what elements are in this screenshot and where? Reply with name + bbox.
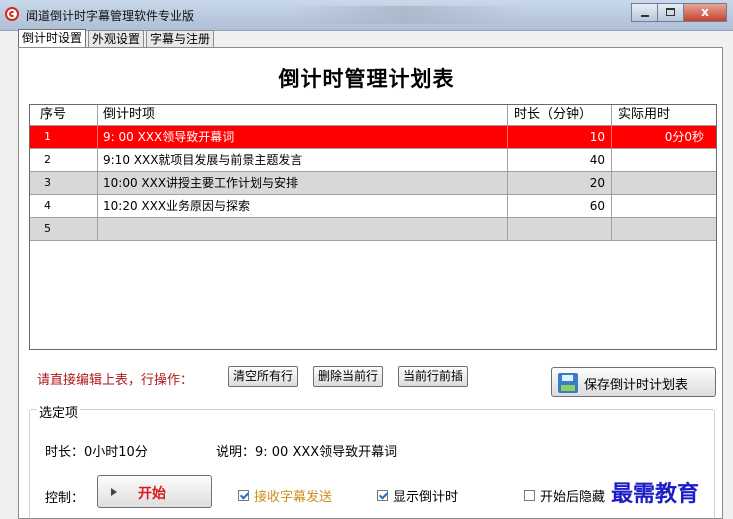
table-header: 序号 倒计时项 时长（分钟） 实际用时 xyxy=(30,105,716,126)
header-item: 倒计时项 xyxy=(98,105,508,125)
tab-appearance-settings[interactable]: 外观设置 xyxy=(88,30,145,47)
row-ops-label: 请直接编辑上表，行操作： xyxy=(37,373,194,388)
cell-no: 5 xyxy=(30,218,98,240)
play-icon xyxy=(111,488,117,496)
table-row[interactable]: 3 10:00 XXX讲授主要工作计划与安排 20 xyxy=(30,172,716,195)
start-label: 开始 xyxy=(138,486,166,502)
table-row[interactable]: 2 9:10 XXX就项目发展与前景主题发言 40 xyxy=(30,149,716,172)
window-controls: x xyxy=(631,3,727,22)
cell-duration[interactable] xyxy=(508,218,612,240)
description-readout: 说明：9: 00 XXX领导致开幕词 xyxy=(216,445,398,460)
app-logo-icon xyxy=(5,7,19,21)
tab-bar: 倒计时设置 外观设置 字幕与注册 xyxy=(18,29,216,48)
window-title-bar: 闻道倒计时字幕管理软件专业版 x xyxy=(0,0,733,31)
cell-actual xyxy=(612,149,716,171)
hide-after-start-checkbox[interactable]: 开始后隐藏 xyxy=(524,486,605,505)
cell-no: 3 xyxy=(30,172,98,194)
table-row[interactable]: 4 10:20 XXX业务原因与探索 60 xyxy=(30,195,716,218)
close-icon: x xyxy=(701,5,709,19)
cell-item[interactable]: 9: 00 XXX领导致开幕词 xyxy=(98,126,508,148)
page-title: 倒计时管理计划表 xyxy=(278,67,455,91)
save-plan-button[interactable]: 保存倒计时计划表 xyxy=(551,367,716,397)
cell-actual xyxy=(612,172,716,194)
cell-item[interactable]: 9:10 XXX就项目发展与前景主题发言 xyxy=(98,149,508,171)
start-button[interactable]: 开始 xyxy=(97,475,212,508)
cell-duration[interactable]: 60 xyxy=(508,195,612,217)
cell-item[interactable] xyxy=(98,218,508,240)
watermark: 最需教育 xyxy=(611,481,700,507)
minimize-button[interactable] xyxy=(631,3,658,22)
tab-countdown-settings[interactable]: 倒计时设置 xyxy=(18,29,87,48)
cell-duration[interactable]: 10 xyxy=(508,126,612,148)
blurred-background-window xyxy=(290,6,520,24)
minimize-icon xyxy=(641,15,649,17)
header-actual: 实际用时 xyxy=(618,107,671,122)
show-countdown-label: 显示倒计时 xyxy=(393,490,459,505)
header-duration: 时长（分钟） xyxy=(508,105,612,125)
cell-no: 2 xyxy=(30,149,98,171)
cell-item[interactable]: 10:00 XXX讲授主要工作计划与安排 xyxy=(98,172,508,194)
maximize-button[interactable] xyxy=(657,3,684,22)
receive-subtitle-label: 接收字幕发送 xyxy=(254,490,333,505)
control-label: 控制： xyxy=(45,491,85,506)
table-row[interactable]: 1 9: 00 XXX领导致开幕词 10 0分0秒 xyxy=(30,126,716,149)
checkbox-checked-icon xyxy=(238,490,249,501)
cell-actual xyxy=(612,218,716,240)
cell-duration[interactable]: 40 xyxy=(508,149,612,171)
save-plan-label: 保存倒计时计划表 xyxy=(584,378,689,393)
group-title: 选定项 xyxy=(37,402,81,421)
insert-row-before-button[interactable]: 当前行前插 xyxy=(398,366,469,387)
close-button[interactable]: x xyxy=(683,3,727,22)
save-disk-icon xyxy=(558,373,578,393)
cell-actual xyxy=(612,195,716,217)
checkbox-unchecked-icon xyxy=(524,490,535,501)
clear-all-rows-button[interactable]: 清空所有行 xyxy=(228,366,299,387)
cell-no: 4 xyxy=(30,195,98,217)
cell-no: 1 xyxy=(30,126,98,148)
cell-duration[interactable]: 20 xyxy=(508,172,612,194)
cell-actual: 0分0秒 xyxy=(664,130,704,144)
schedule-table: 序号 倒计时项 时长（分钟） 实际用时 1 9: 00 XXX领导致开幕词 10… xyxy=(29,104,717,350)
header-no: 序号 xyxy=(30,105,98,125)
tab-subtitle-registration[interactable]: 字幕与注册 xyxy=(146,30,215,47)
show-countdown-checkbox[interactable]: 显示倒计时 xyxy=(377,486,458,505)
cell-item[interactable]: 10:20 XXX业务原因与探索 xyxy=(98,195,508,217)
table-row[interactable]: 5 xyxy=(30,218,716,241)
maximize-icon xyxy=(666,8,675,16)
duration-readout: 时长：0小时10分 xyxy=(45,445,148,460)
receive-subtitle-checkbox[interactable]: 接收字幕发送 xyxy=(238,486,332,505)
checkbox-checked-icon xyxy=(377,490,388,501)
hide-after-start-label: 开始后隐藏 xyxy=(540,490,606,505)
window-title: 闻道倒计时字幕管理软件专业版 xyxy=(26,9,195,23)
delete-row-button[interactable]: 删除当前行 xyxy=(313,366,384,387)
